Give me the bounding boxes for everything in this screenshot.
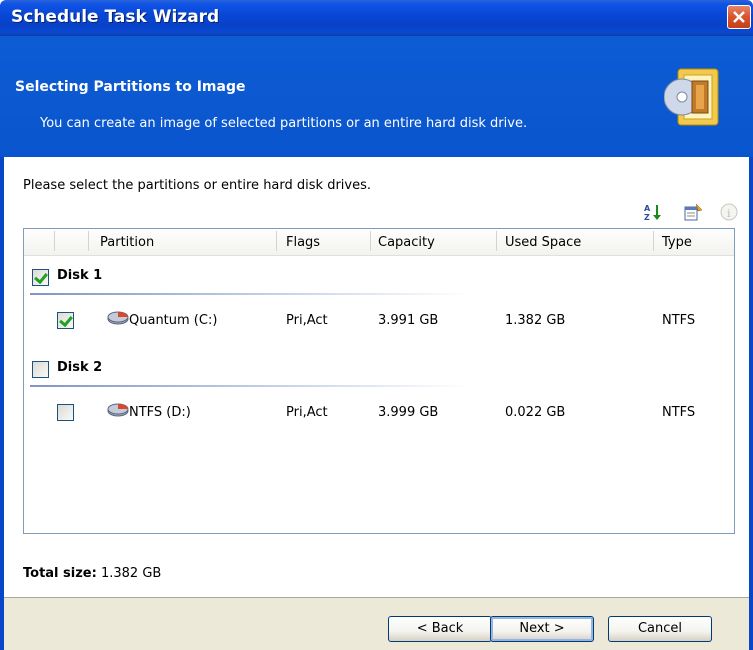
partition-flags: Pri,Act xyxy=(286,313,328,328)
column-separator xyxy=(54,231,55,251)
column-separator xyxy=(370,231,371,251)
disk-1-checkbox[interactable] xyxy=(32,269,49,286)
partition-capacity: 3.991 GB xyxy=(378,313,439,328)
column-separator xyxy=(276,231,277,251)
svg-text:Z: Z xyxy=(644,213,650,222)
column-header-flags[interactable]: Flags xyxy=(286,235,320,250)
next-button[interactable]: Next > xyxy=(490,616,594,642)
disk-2-checkbox[interactable] xyxy=(32,361,49,378)
column-header-partition[interactable]: Partition xyxy=(100,235,154,250)
svg-text:i: i xyxy=(727,207,731,220)
disk-image-icon xyxy=(664,68,719,126)
partition-type: NTFS xyxy=(662,313,696,328)
header-subtitle: You can create an image of selected part… xyxy=(40,116,528,131)
sort-icon[interactable]: A Z xyxy=(643,202,663,222)
partition-used-space: 1.382 GB xyxy=(505,313,566,328)
disk-group-header[interactable]: Disk 1 xyxy=(24,263,734,293)
group-divider xyxy=(30,293,470,295)
table-row[interactable]: NTFS (D:) Pri,Act 3.999 GB 0.022 GB NTFS xyxy=(24,399,734,429)
column-header-type[interactable]: Type xyxy=(662,235,692,250)
total-size-label: Total size: xyxy=(23,566,97,581)
window-frame-right xyxy=(749,157,753,650)
info-icon: i xyxy=(720,203,738,221)
partition-icon xyxy=(107,403,129,417)
svg-text:A: A xyxy=(644,204,651,213)
partition-icon xyxy=(107,311,129,325)
close-icon xyxy=(733,11,745,23)
table-row[interactable]: Quantum (C:) Pri,Act 3.991 GB 1.382 GB N… xyxy=(24,307,734,337)
column-header-capacity[interactable]: Capacity xyxy=(378,235,435,250)
close-button[interactable] xyxy=(727,5,751,29)
window-title: Schedule Task Wizard xyxy=(11,7,220,27)
partition-used-space: 0.022 GB xyxy=(505,405,566,420)
list-header: Partition Flags Capacity Used Space Type xyxy=(24,229,734,256)
disk-group-label: Disk 1 xyxy=(57,268,103,283)
partition-name: NTFS (D:) xyxy=(129,405,191,420)
partition-capacity: 3.999 GB xyxy=(378,405,439,420)
partition-type: NTFS xyxy=(662,405,696,420)
back-button[interactable]: < Back xyxy=(388,616,492,642)
window-frame-left xyxy=(0,157,4,650)
column-separator xyxy=(88,231,89,251)
partition-d-checkbox[interactable] xyxy=(57,404,74,421)
wizard-header: Selecting Partitions to Image You can cr… xyxy=(0,36,753,157)
column-separator xyxy=(496,231,497,251)
header-title: Selecting Partitions to Image xyxy=(15,79,246,95)
partition-c-checkbox[interactable] xyxy=(57,312,74,329)
properties-icon[interactable] xyxy=(683,202,703,222)
title-bar: Schedule Task Wizard xyxy=(0,0,753,36)
column-separator xyxy=(653,231,654,251)
total-size: Total size: 1.382 GB xyxy=(23,566,161,581)
group-divider xyxy=(30,385,470,387)
cancel-button[interactable]: Cancel xyxy=(608,616,712,642)
partition-list[interactable]: Partition Flags Capacity Used Space Type… xyxy=(23,228,735,534)
total-size-value: 1.382 GB xyxy=(100,566,162,581)
disk-group-label: Disk 2 xyxy=(57,360,103,375)
column-header-used-space[interactable]: Used Space xyxy=(505,235,581,250)
partition-name: Quantum (C:) xyxy=(129,313,218,328)
disk-group-header[interactable]: Disk 2 xyxy=(24,355,734,385)
partition-flags: Pri,Act xyxy=(286,405,328,420)
instruction-text: Please select the partitions or entire h… xyxy=(23,178,371,193)
